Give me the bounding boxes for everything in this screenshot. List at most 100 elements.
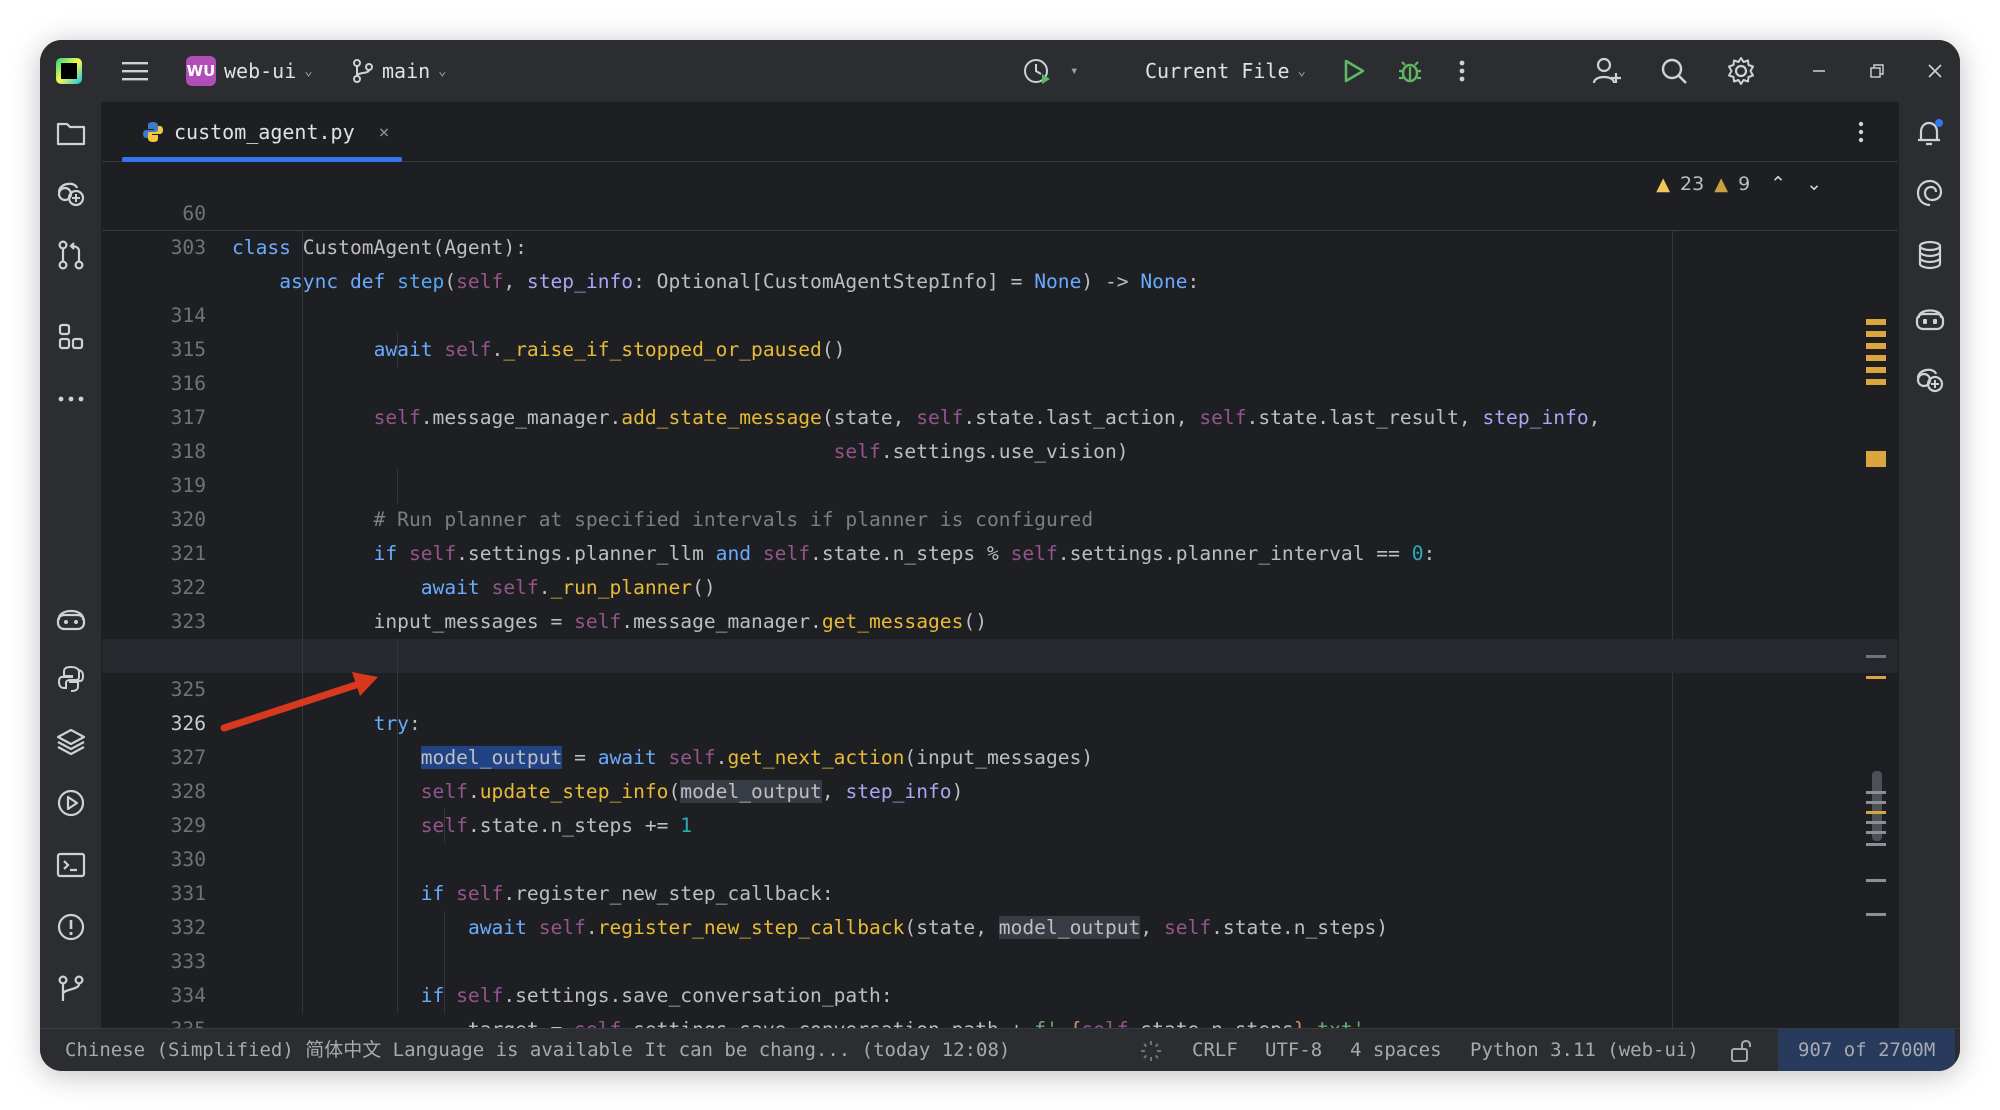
interpreter-widget[interactable]: Python 3.11 (web-ui) (1470, 1029, 1699, 1071)
tabs-more-button[interactable] (1844, 115, 1878, 149)
python-packages-tool-button[interactable] (54, 724, 88, 758)
copilot-chat-tool-button[interactable] (1913, 300, 1947, 334)
more-actions-button[interactable] (1458, 40, 1466, 102)
code-line[interactable]: 329 (102, 741, 1898, 837)
active-tab-indicator (122, 157, 402, 162)
error-stripe[interactable] (1864, 231, 1888, 1028)
pull-request-icon (58, 240, 84, 270)
line-number: 303 (170, 236, 206, 259)
weak-warning-count: 9 (1738, 173, 1751, 195)
more-tool-windows-button[interactable] (54, 382, 88, 416)
folder-icon (56, 122, 86, 146)
editor-area: custom_agent.py × 60 class CustomAgent(A… (102, 102, 1898, 1028)
python-console-tool-button[interactable] (54, 662, 88, 696)
bug-icon (1399, 61, 1421, 83)
run-config-selector[interactable]: Current File ⌄ (1145, 40, 1306, 102)
ai-chat-tool-button[interactable] (1913, 176, 1947, 210)
code-line[interactable]: 327 self.update_step_info(model_output, … (102, 673, 1898, 803)
python-file-icon (143, 122, 163, 142)
inspections-widget[interactable]: ▲ 23 ▲ 9 ⌃ ⌄ (1656, 173, 1822, 195)
encoding-widget[interactable]: UTF-8 (1265, 1029, 1322, 1071)
code-editor[interactable]: 314 await self._raise_if_stopped_or_paus… (102, 231, 1898, 1028)
code-line[interactable]: 317 self.settings.use_vision) (102, 333, 1898, 463)
code-line[interactable]: 325 try: (102, 605, 1898, 735)
code-line[interactable]: 328 self.state.n_steps += 1 (102, 707, 1898, 837)
code-line[interactable]: 318 (102, 367, 1898, 463)
project-badge: WU (186, 56, 216, 86)
project-selector[interactable]: WU web-ui ⌄ (186, 40, 313, 102)
project-name: web-ui (224, 59, 297, 83)
git-branch-icon (353, 59, 373, 83)
run-icon (1344, 59, 1365, 83)
restore-button[interactable] (1870, 40, 1884, 102)
structure-tool-button[interactable] (54, 320, 88, 354)
indent-widget[interactable]: 4 spaces (1350, 1029, 1442, 1071)
line-separator-widget[interactable]: CRLF (1192, 1029, 1238, 1071)
app-logo[interactable] (56, 40, 82, 102)
layers-icon (56, 728, 86, 755)
code-line[interactable]: 331 await self.register_new_step_callbac… (102, 809, 1898, 939)
code-line[interactable]: 332 (102, 843, 1898, 939)
code-line[interactable]: 333 if self.settings.save_conversation_p… (102, 877, 1898, 1007)
terminal-tool-button[interactable] (54, 848, 88, 882)
close-window-button[interactable] (1928, 40, 1942, 102)
sticky-line[interactable]: 303 async def step(self, step_info: Opti… (102, 197, 1898, 293)
project-tool-button[interactable] (54, 116, 88, 150)
status-message[interactable]: Chinese (Simplified) 简体中文 Language is av… (65, 1029, 1010, 1071)
debug-button[interactable] (1396, 40, 1424, 102)
tab-filename: custom_agent.py (174, 120, 355, 144)
branch-name: main (382, 59, 431, 83)
database-icon (1918, 240, 1942, 270)
code-with-me-button[interactable] (1592, 40, 1622, 102)
search-everywhere-button[interactable] (1660, 40, 1688, 102)
tab-close-icon[interactable]: × (379, 122, 390, 143)
database-tool-button[interactable] (1913, 238, 1947, 272)
copilot-tool-button[interactable] (54, 600, 88, 634)
read-only-toggle[interactable] (1730, 1029, 1752, 1071)
services-tool-button[interactable] (54, 786, 88, 820)
memory-indicator[interactable]: 907 of 2700M (1778, 1029, 1956, 1071)
minimize-button[interactable] (1812, 40, 1826, 102)
code-text: async def step(self, step_info: Optional… (279, 270, 1200, 293)
next-problem-icon[interactable]: ⌄ (1806, 173, 1822, 195)
code-line[interactable]: 336 self.settings.save_conversation_path… (102, 979, 1898, 1013)
code-line[interactable]: 324 (102, 571, 1898, 667)
problems-tool-button[interactable] (54, 910, 88, 944)
status-bar: Chinese (Simplified) 简体中文 Language is av… (40, 1028, 1960, 1071)
search-icon (1661, 58, 1687, 84)
caret-down-icon: ▾ (1070, 63, 1079, 79)
code-line[interactable]: 319 # Run planner at specified intervals… (102, 401, 1898, 531)
code-line[interactable]: 320 if self.settings.planner_llm and sel… (102, 435, 1898, 565)
ai-assistant-tool-button[interactable] (54, 176, 88, 210)
problems-icon (57, 913, 85, 941)
hamburger-menu-icon (118, 54, 152, 88)
settings-button[interactable] (1726, 40, 1756, 102)
previous-problem-icon[interactable]: ⌃ (1770, 173, 1786, 195)
code-line[interactable]: 322 input_messages = self.message_manage… (102, 503, 1898, 633)
pull-requests-tool-button[interactable] (54, 238, 88, 272)
notifications-tool-button[interactable] (1913, 116, 1947, 150)
current-code-line[interactable]: 326 model_output = await self.get_next_a… (102, 639, 1898, 769)
run-button[interactable] (1342, 40, 1366, 102)
chevron-down-icon: ⌄ (438, 63, 447, 79)
ai-assistant-right-tool-button[interactable] (1913, 362, 1947, 396)
copilot-icon (56, 609, 86, 631)
spiral-icon (1916, 179, 1943, 207)
restore-icon (1870, 64, 1884, 78)
code-line[interactable]: 316 self.message_manager.add_state_messa… (102, 299, 1898, 429)
git-tool-button[interactable] (54, 972, 88, 1006)
tab-custom-agent-py[interactable]: custom_agent.py × (122, 102, 402, 162)
run-config-label: Current File (1145, 59, 1290, 83)
services-icon (57, 789, 85, 817)
main-menu-button[interactable] (118, 40, 152, 102)
sticky-line[interactable]: 60 class CustomAgent(Agent): (102, 163, 1898, 259)
code-line[interactable]: 330 if self.register_new_step_callback: (102, 775, 1898, 905)
profiler-button[interactable]: ▾ (1022, 40, 1078, 102)
code-line[interactable]: 334 target = self.settings.save_conversa… (102, 911, 1898, 1028)
background-tasks-icon[interactable] (1140, 1029, 1162, 1071)
code-line[interactable]: 335 save_conversation(input_messages, mo… (102, 945, 1898, 1028)
branch-selector[interactable]: main ⌄ (352, 40, 447, 102)
code-line[interactable]: 321 await self._run_planner() (102, 469, 1898, 599)
code-text: class CustomAgent(Agent): (232, 236, 527, 259)
code-line[interactable]: 323 tokens = self._message_manager.state… (102, 537, 1898, 667)
